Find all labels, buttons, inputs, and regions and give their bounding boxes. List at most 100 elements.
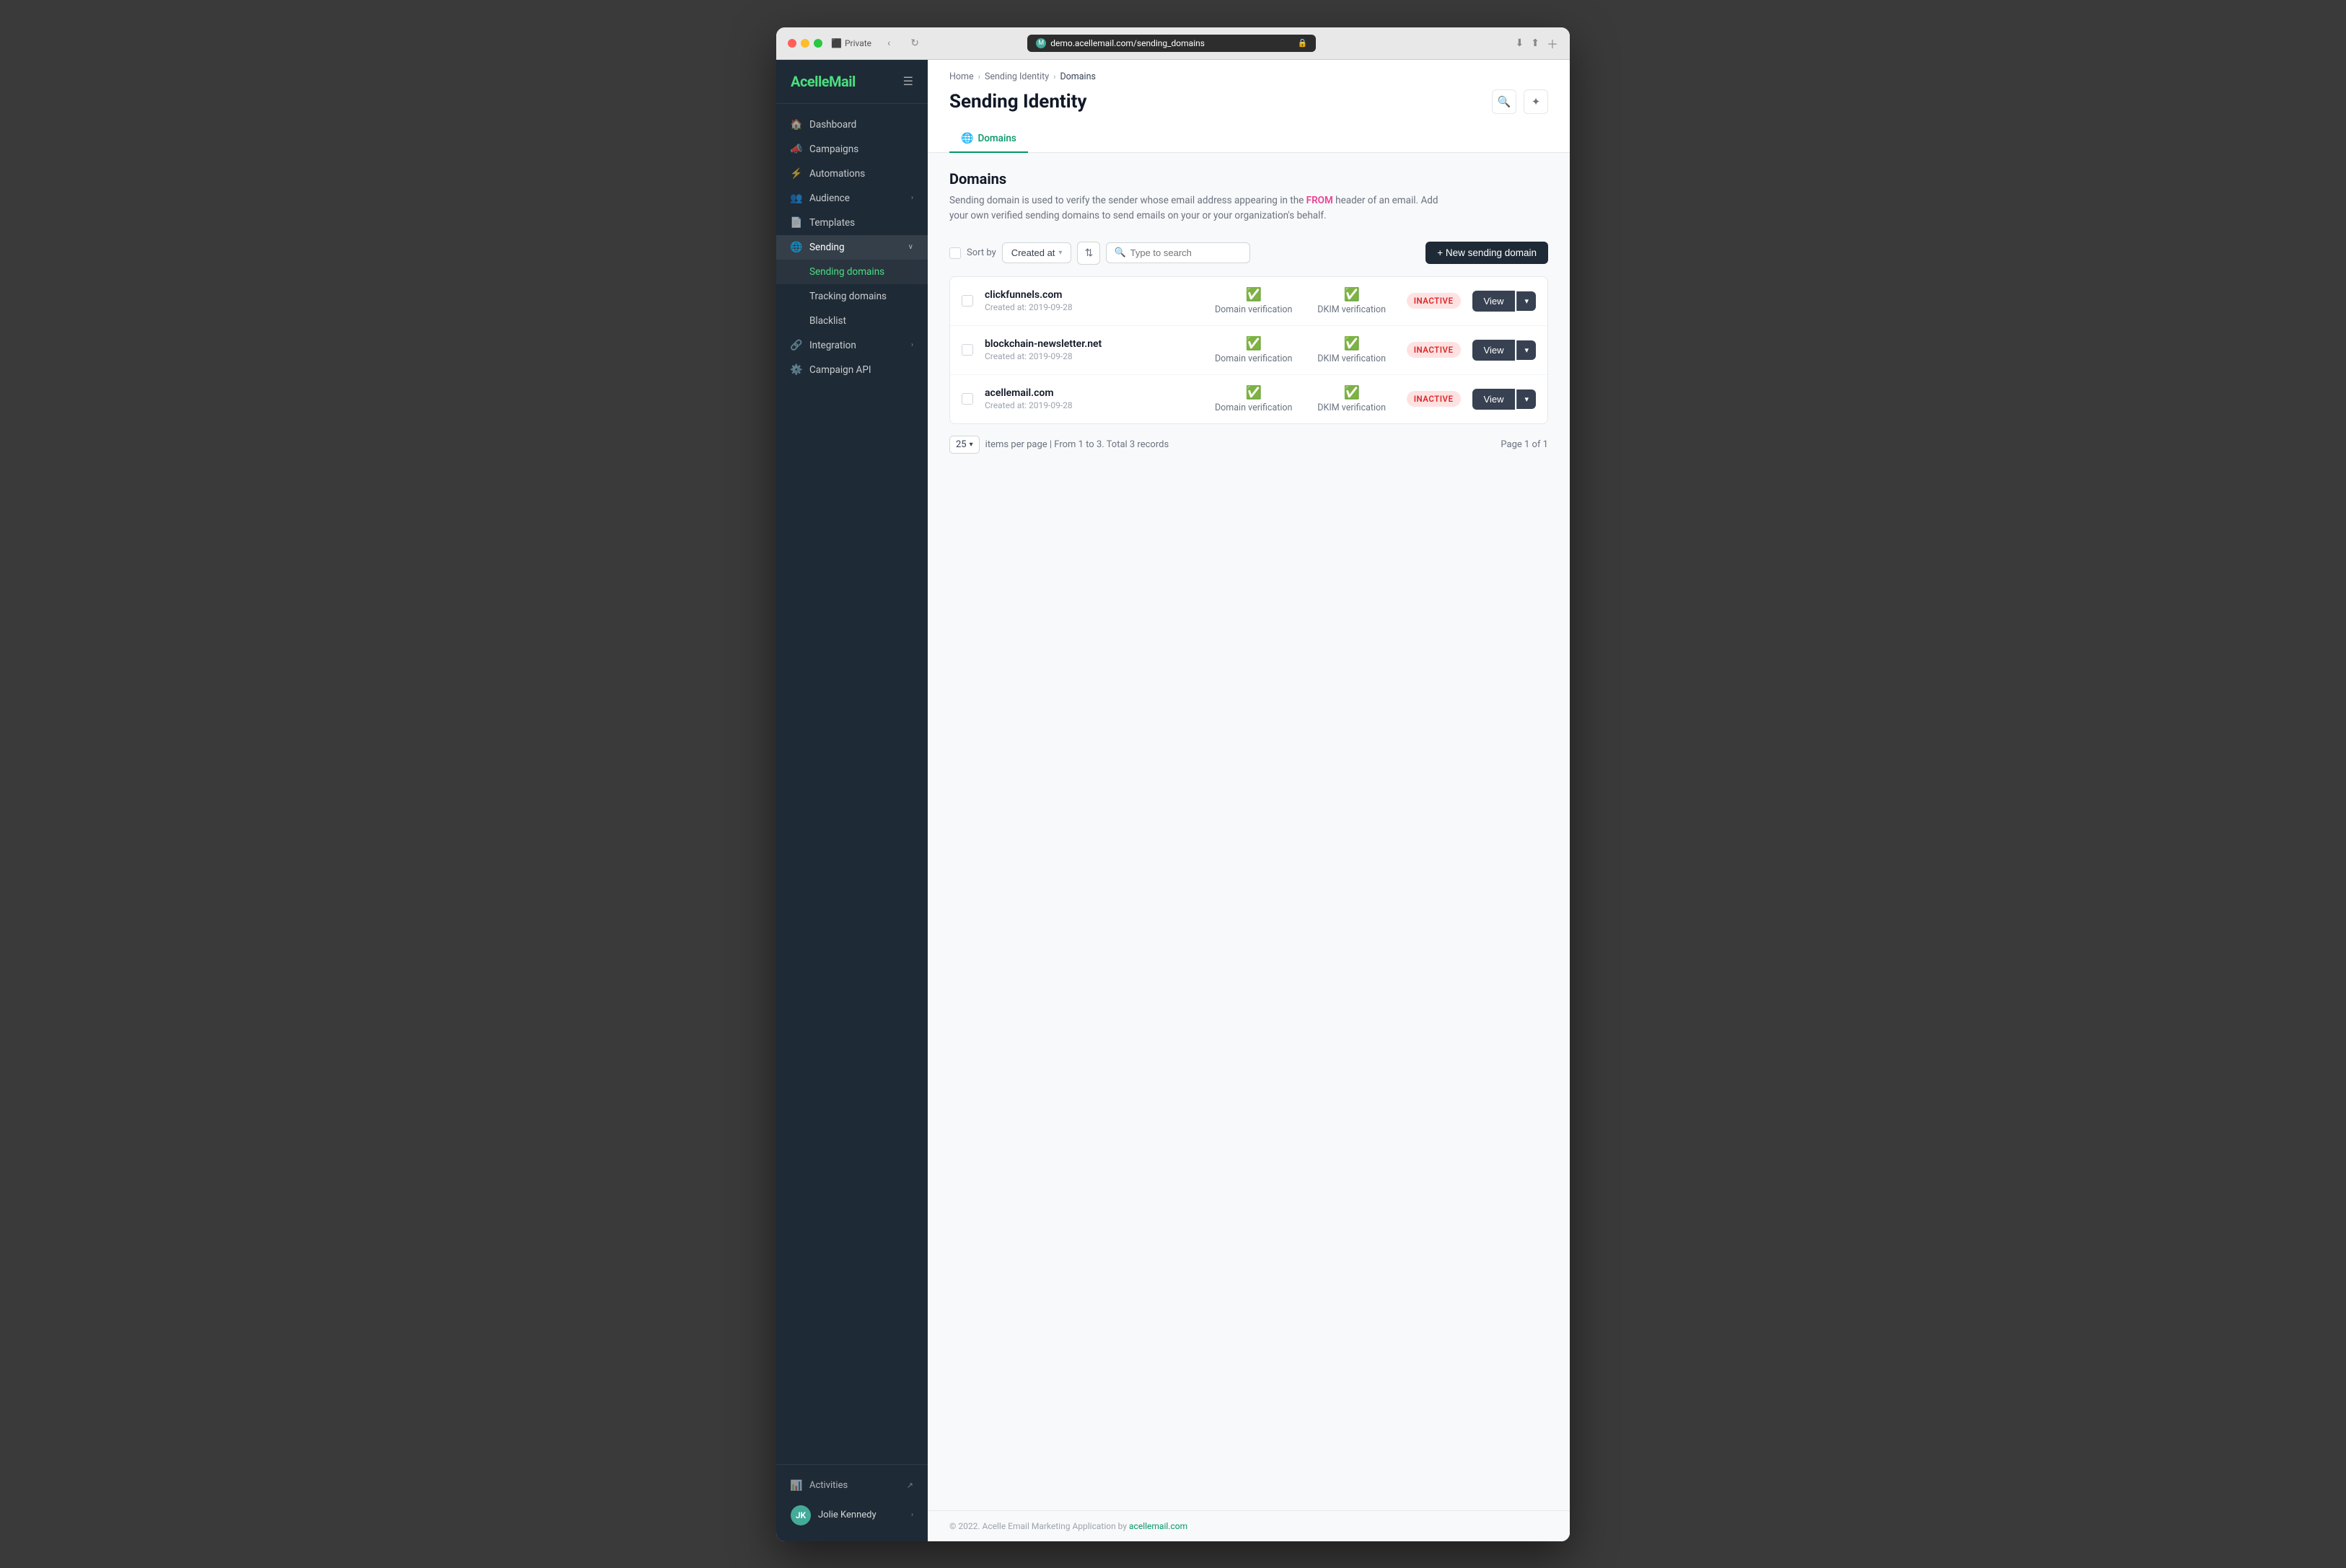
private-badge: ⬛ Private bbox=[831, 38, 871, 48]
view-dropdown-button[interactable]: ▾ bbox=[1516, 291, 1536, 311]
search-input[interactable] bbox=[1130, 247, 1243, 258]
pagination-summary: items per page | From 1 to 3. Total 3 re… bbox=[985, 439, 1169, 450]
new-sending-domain-button[interactable]: + New sending domain bbox=[1425, 242, 1548, 264]
address-bar[interactable]: M demo.acellemail.com/sending_domains 🔒 bbox=[1027, 35, 1316, 52]
sidebar-nav: 🏠 Dashboard 📣 Campaigns ⚡ Automations 👥 … bbox=[776, 104, 928, 1464]
row-checkbox[interactable] bbox=[962, 393, 973, 405]
domain-actions: View ▾ bbox=[1472, 291, 1536, 312]
maximize-button[interactable] bbox=[814, 39, 822, 48]
breadcrumb-sep: › bbox=[1053, 72, 1055, 82]
logo: AcelleMail bbox=[791, 73, 856, 90]
sidebar-submenu-label: Tracking domains bbox=[809, 291, 887, 302]
view-button[interactable]: View bbox=[1472, 291, 1516, 312]
close-button[interactable] bbox=[788, 39, 796, 48]
verification-label: Domain verification bbox=[1215, 402, 1292, 413]
check-circle-icon: ✅ bbox=[1343, 287, 1359, 302]
breadcrumb-sending-identity[interactable]: Sending Identity bbox=[985, 71, 1049, 82]
chevron-right-icon: › bbox=[911, 1511, 913, 1519]
sidebar-item-tracking-domains[interactable]: Tracking domains bbox=[776, 284, 928, 309]
dkim-verification: ✅ DKIM verification bbox=[1309, 287, 1395, 315]
sidebar-item-sending[interactable]: 🌐 Sending ∨ bbox=[776, 235, 928, 260]
sidebar-item-activities[interactable]: 📊 Activities ↗ bbox=[776, 1474, 928, 1498]
new-tab-icon[interactable]: ＋ bbox=[1547, 35, 1558, 52]
sidebar-item-campaigns[interactable]: 📣 Campaigns bbox=[776, 137, 928, 162]
section-title: Domains bbox=[949, 170, 1548, 188]
view-button[interactable]: View bbox=[1472, 389, 1516, 410]
dkim-label: DKIM verification bbox=[1317, 353, 1386, 364]
view-dropdown-button[interactable]: ▾ bbox=[1516, 340, 1536, 360]
sidebar-item-label: Campaigns bbox=[809, 144, 858, 155]
sidebar-logo: AcelleMail ☰ bbox=[776, 60, 928, 104]
sidebar: AcelleMail ☰ 🏠 Dashboard 📣 Campaigns ⚡ A… bbox=[776, 60, 928, 1541]
sidebar-item-audience[interactable]: 👥 Audience › bbox=[776, 186, 928, 211]
external-link-icon: ↗ bbox=[907, 1481, 913, 1490]
sidebar-item-automations[interactable]: ⚡ Automations bbox=[776, 162, 928, 186]
domain-name: clickfunnels.com bbox=[985, 289, 1199, 301]
domain-name: blockchain-newsletter.net bbox=[985, 338, 1199, 350]
menu-toggle[interactable]: ☰ bbox=[903, 74, 913, 88]
verification-label: Domain verification bbox=[1215, 353, 1292, 364]
sort-field-button[interactable]: Created at ▾ bbox=[1002, 242, 1072, 263]
domain-verification: ✅ Domain verification bbox=[1211, 336, 1297, 364]
home-icon: 🏠 bbox=[791, 119, 802, 131]
search-box: 🔍 bbox=[1106, 242, 1250, 263]
per-page-select[interactable]: 25 ▾ bbox=[949, 436, 980, 454]
chevron-right-icon: › bbox=[911, 194, 913, 202]
lock-icon: 🔒 bbox=[1298, 38, 1308, 48]
tab-domains[interactable]: 🌐 Domains bbox=[949, 125, 1028, 153]
domain-verification: ✅ Domain verification bbox=[1211, 385, 1297, 413]
sidebar-item-campaign-api[interactable]: ⚙️ Campaign API bbox=[776, 358, 928, 382]
view-dropdown-button[interactable]: ▾ bbox=[1516, 389, 1536, 409]
audience-icon: 👥 bbox=[791, 193, 802, 204]
sidebar-item-label: Audience bbox=[809, 193, 850, 204]
search-button[interactable]: 🔍 bbox=[1492, 89, 1516, 114]
sidebar-item-sending-domains[interactable]: Sending domains bbox=[776, 260, 928, 284]
search-icon: 🔍 bbox=[1114, 247, 1125, 258]
user-menu[interactable]: JK Jolie Kennedy › bbox=[776, 1498, 928, 1533]
check-circle-icon: ✅ bbox=[1245, 287, 1261, 302]
sidebar-item-dashboard[interactable]: 🏠 Dashboard bbox=[776, 113, 928, 137]
domain-date: Created at: 2019-09-28 bbox=[985, 351, 1199, 361]
row-checkbox[interactable] bbox=[962, 295, 973, 307]
settings-button[interactable]: ✦ bbox=[1524, 89, 1548, 114]
view-button[interactable]: View bbox=[1472, 340, 1516, 361]
templates-icon: 📄 bbox=[791, 217, 802, 229]
back-button[interactable]: ‹ bbox=[880, 35, 897, 52]
row-checkbox[interactable] bbox=[962, 344, 973, 356]
page-actions: 🔍 ✦ bbox=[1492, 89, 1548, 114]
breadcrumb-sep: › bbox=[978, 72, 980, 82]
sidebar-item-label: Sending bbox=[809, 242, 845, 253]
chevron-down-icon: ▾ bbox=[1058, 249, 1062, 257]
section-description: Sending domain is used to verify the sen… bbox=[949, 193, 1454, 224]
footer-link[interactable]: acellemail.com bbox=[1129, 1521, 1187, 1531]
sidebar-submenu-label: Sending domains bbox=[809, 266, 884, 278]
activities-icon: 📊 bbox=[791, 1480, 802, 1492]
select-all-checkbox[interactable] bbox=[949, 247, 961, 259]
dkim-label: DKIM verification bbox=[1317, 304, 1386, 315]
domain-date: Created at: 2019-09-28 bbox=[985, 400, 1199, 410]
browser-actions: ⬇ ⬆ ＋ bbox=[1515, 35, 1558, 52]
campaigns-icon: 📣 bbox=[791, 144, 802, 155]
dkim-label: DKIM verification bbox=[1317, 402, 1386, 413]
sidebar-item-templates[interactable]: 📄 Templates bbox=[776, 211, 928, 235]
verification-label: Domain verification bbox=[1215, 304, 1292, 315]
breadcrumb-home[interactable]: Home bbox=[949, 71, 974, 82]
sort-direction-button[interactable]: ⇅ bbox=[1077, 242, 1100, 265]
sidebar-item-blacklist[interactable]: Blacklist bbox=[776, 309, 928, 333]
domain-info: clickfunnels.com Created at: 2019-09-28 bbox=[985, 289, 1199, 312]
check-circle-icon: ✅ bbox=[1245, 336, 1261, 351]
breadcrumb-current: Domains bbox=[1060, 71, 1096, 82]
share-icon[interactable]: ⬆ bbox=[1531, 38, 1539, 49]
domain-info: acellemail.com Created at: 2019-09-28 bbox=[985, 387, 1199, 410]
sidebar-submenu-label: Blacklist bbox=[809, 315, 846, 327]
footer-text: © 2022. Acelle Email Marketing Applicati… bbox=[949, 1521, 1129, 1531]
sidebar-item-integration[interactable]: 🔗 Integration › bbox=[776, 333, 928, 358]
from-keyword: FROM bbox=[1306, 195, 1333, 206]
status-badge: INACTIVE bbox=[1407, 342, 1461, 358]
domain-actions: View ▾ bbox=[1472, 340, 1536, 361]
minimize-button[interactable] bbox=[801, 39, 809, 48]
check-circle-icon: ✅ bbox=[1343, 336, 1359, 351]
dkim-verification: ✅ DKIM verification bbox=[1309, 385, 1395, 413]
downloads-icon[interactable]: ⬇ bbox=[1515, 38, 1524, 49]
refresh-button[interactable]: ↻ bbox=[906, 35, 923, 52]
